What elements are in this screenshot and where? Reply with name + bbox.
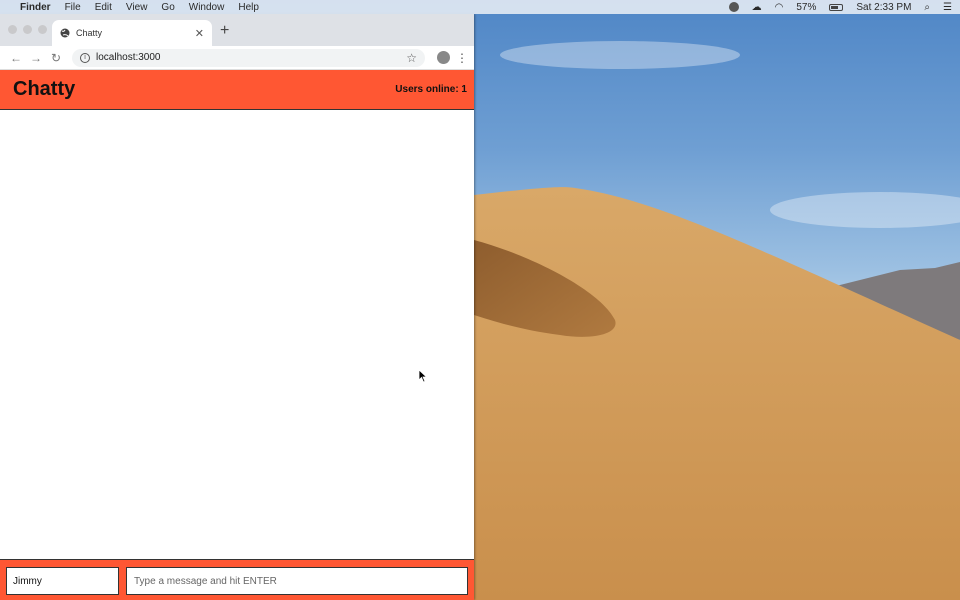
users-online-count: Users online: 1 (395, 84, 467, 95)
chat-header: Chatty Users online: 1 (0, 70, 474, 110)
app-title: Chatty (13, 78, 76, 100)
browser-toolbar: ← → ↻ i localhost:3000 ☆ ⋮ (0, 46, 474, 70)
browser-window: Chatty ✕ + ← → ↻ i localhost:3000 ☆ ⋮ Ch… (0, 14, 474, 600)
message-input[interactable] (126, 567, 468, 595)
menu-file[interactable]: File (65, 2, 81, 13)
search-icon[interactable]: ⌕ (924, 2, 930, 13)
close-window-button[interactable] (8, 25, 17, 34)
menu-edit[interactable]: Edit (95, 2, 112, 13)
clock[interactable]: Sat 2:33 PM (856, 2, 911, 13)
status-area: ☁ ◠ 57% Sat 2:33 PM ⌕ ☰ (716, 2, 952, 13)
menu-help[interactable]: Help (238, 2, 259, 13)
mouse-cursor-icon (418, 369, 428, 383)
info-icon[interactable]: i (80, 52, 90, 63)
username-input[interactable]: Jimmy (6, 567, 119, 595)
username-value: Jimmy (13, 575, 42, 587)
tab-title: Chatty (76, 28, 103, 38)
reload-button[interactable]: ↻ (46, 51, 66, 65)
battery-percent: 57% (796, 1, 817, 13)
back-button[interactable]: ← (6, 51, 26, 65)
close-tab-icon[interactable]: ✕ (195, 27, 204, 40)
list-icon[interactable]: ☰ (943, 2, 952, 13)
menu-kebab-icon[interactable]: ⋮ (456, 51, 468, 65)
tab-strip: Chatty ✕ + (0, 14, 474, 46)
forward-button[interactable]: → (26, 51, 46, 65)
chat-bar: Jimmy (0, 559, 474, 600)
record-icon[interactable] (728, 2, 739, 12)
menu-window[interactable]: Window (189, 2, 225, 13)
zoom-window-button[interactable] (38, 25, 47, 34)
menu-view[interactable]: View (126, 2, 148, 13)
mac-menu-bar: Finder File Edit View Go Window Help ☁ ◠… (0, 0, 960, 14)
globe-icon (60, 28, 70, 38)
new-tab-button[interactable]: + (220, 22, 229, 40)
cloud-icon[interactable]: ☁ (752, 2, 762, 13)
menu-finder[interactable]: Finder (20, 2, 51, 13)
wifi-icon[interactable]: ◠ (775, 2, 784, 13)
address-bar[interactable]: i localhost:3000 ☆ (72, 48, 425, 67)
url-text: localhost:3000 (96, 52, 161, 63)
message-list (0, 110, 474, 559)
window-controls (8, 25, 53, 34)
profile-avatar[interactable] (437, 51, 450, 64)
bookmark-star-icon[interactable]: ☆ (406, 51, 417, 65)
menu-go[interactable]: Go (161, 2, 174, 13)
battery-icon[interactable] (829, 3, 844, 11)
minimize-window-button[interactable] (23, 25, 32, 34)
tab-chatty[interactable]: Chatty ✕ (52, 20, 212, 46)
